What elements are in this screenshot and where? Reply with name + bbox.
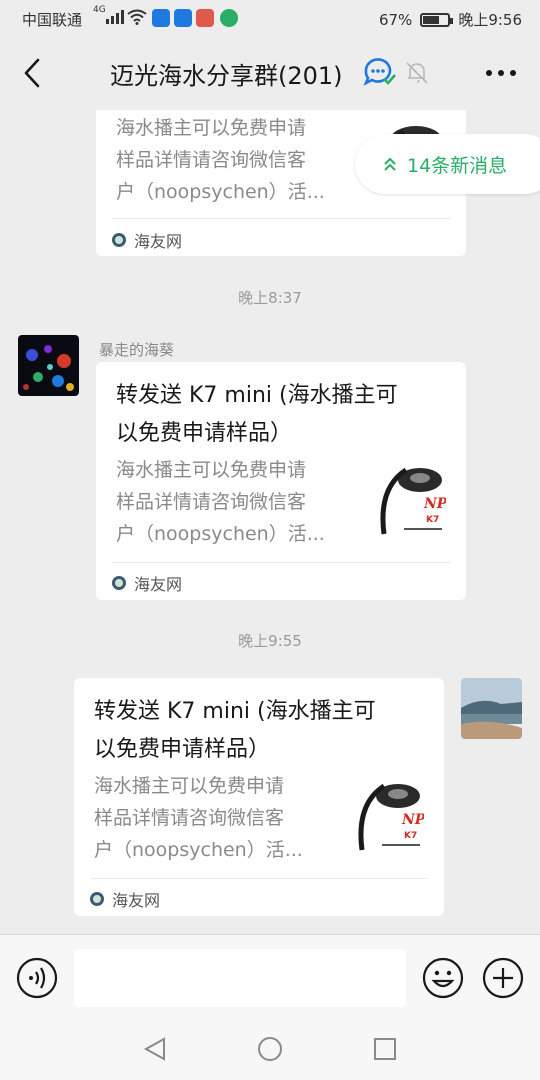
card-divider xyxy=(112,562,450,563)
mail-app-icon xyxy=(196,9,214,27)
link-card[interactable]: 转发送 K7 mini (海水播主可 以免费申请样品） 海水播主可以免费申请 样… xyxy=(74,678,444,916)
group-chat-icon xyxy=(363,58,396,86)
my-avatar[interactable] xyxy=(461,678,522,739)
sender-name: 暴走的海葵 xyxy=(99,341,175,359)
nav-home-icon[interactable] xyxy=(257,1036,283,1062)
product-thumbnail: NP K7 xyxy=(352,774,424,858)
link-card[interactable]: 转发送 K7 mini (海水播主可 以免费申请样品） 海水播主可以免费申请 样… xyxy=(96,362,466,600)
new-messages-label: 14条新消息 xyxy=(407,154,508,177)
wifi-icon xyxy=(127,9,147,25)
network-type: 4G xyxy=(93,5,106,15)
thumb-model: K7 xyxy=(426,515,439,525)
product-thumbnail: NP K7 xyxy=(374,458,446,542)
plus-icon[interactable] xyxy=(482,957,524,999)
chat-header: 迈光海水分享群(201) xyxy=(0,36,540,110)
emoji-icon[interactable] xyxy=(422,957,464,999)
card-description: 海水播主可以免费申请 样品详情请咨询微信客 户（noopsychen）活... xyxy=(116,117,325,203)
battery-percent: 67% xyxy=(378,10,413,29)
more-menu-icon[interactable] xyxy=(486,70,516,76)
card-source: 海友网 xyxy=(112,571,182,595)
nav-back-icon[interactable] xyxy=(142,1036,168,1062)
nav-recent-icon[interactable] xyxy=(372,1036,398,1062)
card-divider xyxy=(90,878,428,879)
thumb-model: K7 xyxy=(404,831,417,841)
card-description: 海水播主可以免费申请 样品详情请咨询微信客 户（noopsychen）活... xyxy=(94,775,303,861)
voice-input-icon[interactable] xyxy=(16,957,58,999)
source-logo-icon xyxy=(90,892,104,906)
source-logo-icon xyxy=(112,233,126,247)
carrier-label: 中国联通 xyxy=(22,11,83,29)
source-logo-icon xyxy=(112,576,126,590)
card-divider xyxy=(112,218,450,219)
back-arrow-icon[interactable] xyxy=(18,56,48,90)
clock: 晚上9:56 xyxy=(458,11,522,29)
input-bar xyxy=(0,934,540,1020)
chat-app-icon xyxy=(220,9,238,27)
thumb-brand: NP xyxy=(401,812,424,828)
signal-icon xyxy=(106,10,124,24)
battery-icon xyxy=(420,12,454,27)
card-source: 海友网 xyxy=(112,228,182,252)
chat-area[interactable]: 海水播主可以免费申请 样品详情请咨询微信客 户（noopsychen）活... … xyxy=(0,110,540,934)
timestamp: 晚上9:55 xyxy=(238,632,302,650)
card-description: 海水播主可以免费申请 样品详情请咨询微信客 户（noopsychen）活... xyxy=(116,459,325,545)
thumb-brand: NP xyxy=(423,496,446,512)
bulb-app-icon xyxy=(174,9,192,27)
avatar[interactable] xyxy=(18,335,79,396)
mute-bell-icon xyxy=(406,62,428,84)
card-title: 转发送 K7 mini (海水播主可 以免费申请样品） xyxy=(94,699,376,762)
new-messages-button[interactable]: 14条新消息 xyxy=(355,134,540,194)
timestamp: 晚上8:37 xyxy=(238,289,302,307)
double-chevron-up-icon xyxy=(384,157,396,171)
status-bar: 中国联通 4G 67% 晚上9:56 xyxy=(0,0,540,36)
card-title: 转发送 K7 mini (海水播主可 以免费申请样品） xyxy=(116,383,398,446)
chat-title: 迈光海水分享群(201) xyxy=(110,62,343,90)
card-source: 海友网 xyxy=(90,887,160,911)
message-input[interactable] xyxy=(74,949,406,1007)
shield-app-icon xyxy=(152,9,170,27)
system-nav-bar xyxy=(0,1020,540,1080)
